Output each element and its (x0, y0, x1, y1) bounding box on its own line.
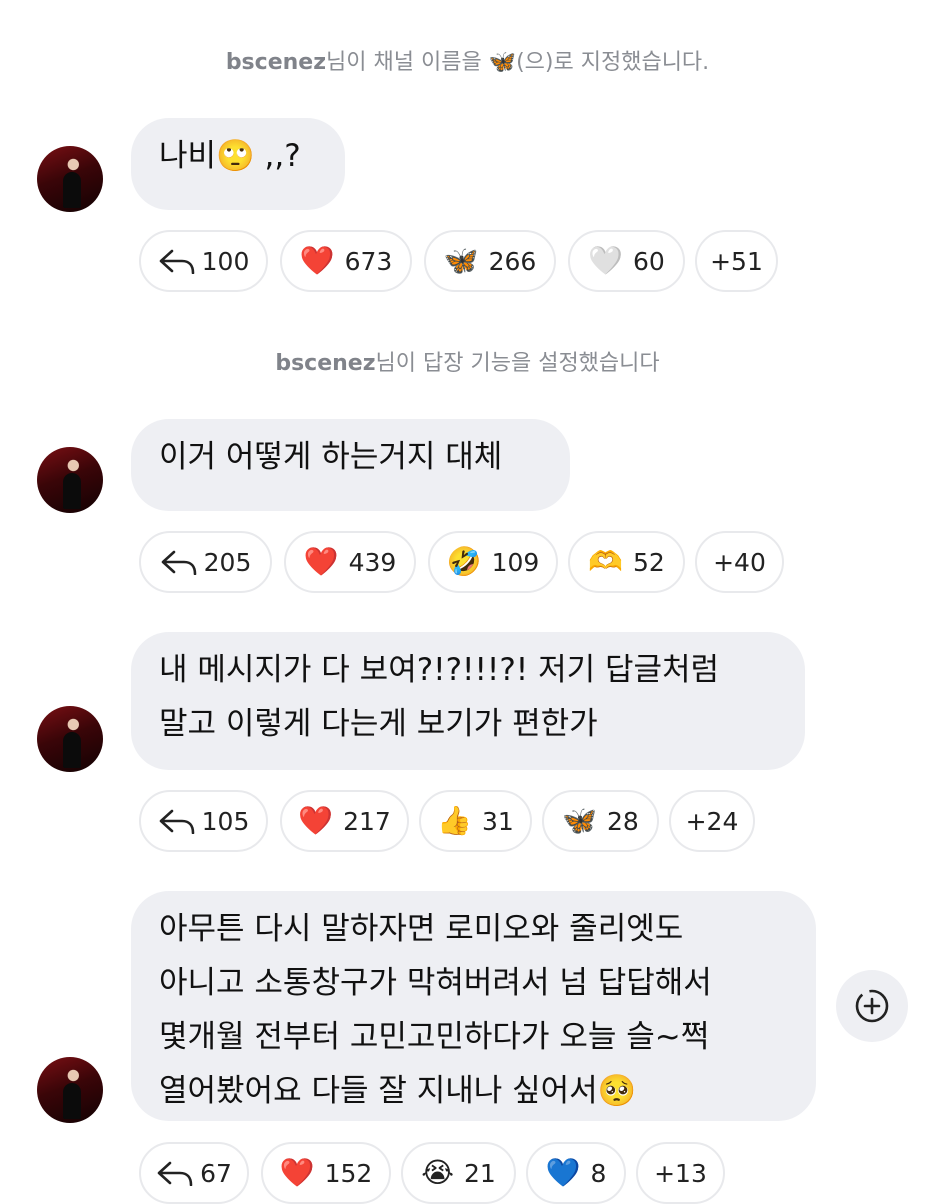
reaction-chip[interactable]: 🦋 266 (424, 230, 556, 292)
message-bubble[interactable]: 이거 어떻게 하는거지 대체 (131, 419, 570, 511)
more-reactions-button[interactable]: +24 (669, 790, 755, 852)
system-message-text: 님이 채널 이름을 (326, 50, 489, 75)
butterfly-icon: 🦋 (562, 804, 598, 837)
system-message-text: 님이 답장 기능을 설정했습니다 (375, 351, 660, 376)
avatar[interactable] (37, 706, 103, 772)
heart-hands-icon: 🫶 (588, 545, 624, 578)
reaction-chip[interactable]: 😭 21 (401, 1142, 516, 1204)
reply-arrow-icon (159, 249, 194, 274)
message-line: 열어봤어요 다들 잘 지내나 싶어서🥺 (159, 1073, 637, 1109)
system-message-text: (으)로 지정했습니다. (516, 50, 710, 75)
reply-count-button[interactable]: 205 (139, 531, 272, 593)
reply-count-button[interactable]: 100 (139, 230, 268, 292)
heart-icon: ❤️ (303, 545, 339, 578)
reaction-chip[interactable]: ❤️ 673 (280, 230, 412, 292)
message-line: 내 메시지가 다 보여?!?!!!?! 저기 답글처럼 (159, 652, 720, 688)
system-message-reply-setting: bscenez님이 답장 기능을 설정했습니다 (0, 345, 935, 377)
white-heart-icon: 🤍 (588, 244, 624, 277)
reaction-chip[interactable]: 👍 31 (419, 790, 532, 852)
reaction-chip[interactable]: ❤️ 152 (261, 1142, 391, 1204)
avatar[interactable] (37, 146, 103, 212)
heart-icon: ❤️ (279, 1156, 315, 1189)
system-message-user: bscenez (225, 50, 327, 75)
message-line: 몇개월 전부터 고민고민하다가 오늘 슬~쩍 (159, 1019, 710, 1055)
reaction-chip[interactable]: ❤️ 439 (284, 531, 416, 593)
reply-arrow-icon (161, 550, 196, 575)
butterfly-icon: 🦋 (443, 244, 479, 277)
reply-arrow-icon (159, 809, 194, 834)
message-line: 이거 어떻게 하는거지 대체 (159, 439, 503, 475)
rofl-icon: 🤣 (446, 545, 482, 578)
reaction-chip[interactable]: 🦋 28 (542, 790, 659, 852)
reaction-chip[interactable]: ❤️ 217 (280, 790, 409, 852)
heart-icon: ❤️ (299, 244, 335, 277)
reply-count-button[interactable]: 105 (139, 790, 268, 852)
butterfly-emoji: 🦋 (488, 50, 517, 75)
message-line: 아니고 소통창구가 막혀버려서 넘 답답해서 (159, 965, 712, 1001)
more-reactions-button[interactable]: +40 (695, 531, 784, 593)
reaction-chip[interactable]: 🤣 109 (428, 531, 558, 593)
add-reaction-button[interactable] (836, 970, 908, 1042)
message-line: 말고 이렇게 다는게 보기가 편한가 (159, 706, 598, 742)
reply-arrow-icon (157, 1161, 193, 1186)
message-line: 아무튼 다시 말하자면 로미오와 줄리엣도 (159, 911, 684, 947)
thumbs-up-icon: 👍 (437, 804, 473, 837)
blue-heart-icon: 💙 (545, 1156, 581, 1189)
reply-count-button[interactable]: 67 (139, 1142, 249, 1204)
message-bubble[interactable]: 내 메시지가 다 보여?!?!!!?! 저기 답글처럼 말고 이렇게 다는게 보… (131, 632, 805, 770)
heart-icon: ❤️ (298, 804, 334, 837)
crying-face-icon: 😭 (421, 1156, 454, 1189)
reaction-chip[interactable]: 💙 8 (526, 1142, 626, 1204)
avatar[interactable] (37, 1057, 103, 1123)
message-bubble[interactable]: 아무튼 다시 말하자면 로미오와 줄리엣도 아니고 소통창구가 막혀버려서 넘 … (131, 891, 816, 1121)
avatar[interactable] (37, 447, 103, 513)
system-message-channel-name: bscenez님이 채널 이름을 🦋(으)로 지정했습니다. (0, 44, 935, 76)
reaction-chip[interactable]: 🫶 52 (568, 531, 685, 593)
more-reactions-button[interactable]: +51 (695, 230, 778, 292)
system-message-user: bscenez (275, 351, 376, 376)
more-reactions-button[interactable]: +13 (636, 1142, 725, 1204)
reaction-chip[interactable]: 🤍 60 (568, 230, 685, 292)
message-line: 나비🙄 ,,? (159, 138, 301, 174)
add-reaction-icon (855, 989, 889, 1023)
message-bubble[interactable]: 나비🙄 ,,? (131, 118, 345, 210)
